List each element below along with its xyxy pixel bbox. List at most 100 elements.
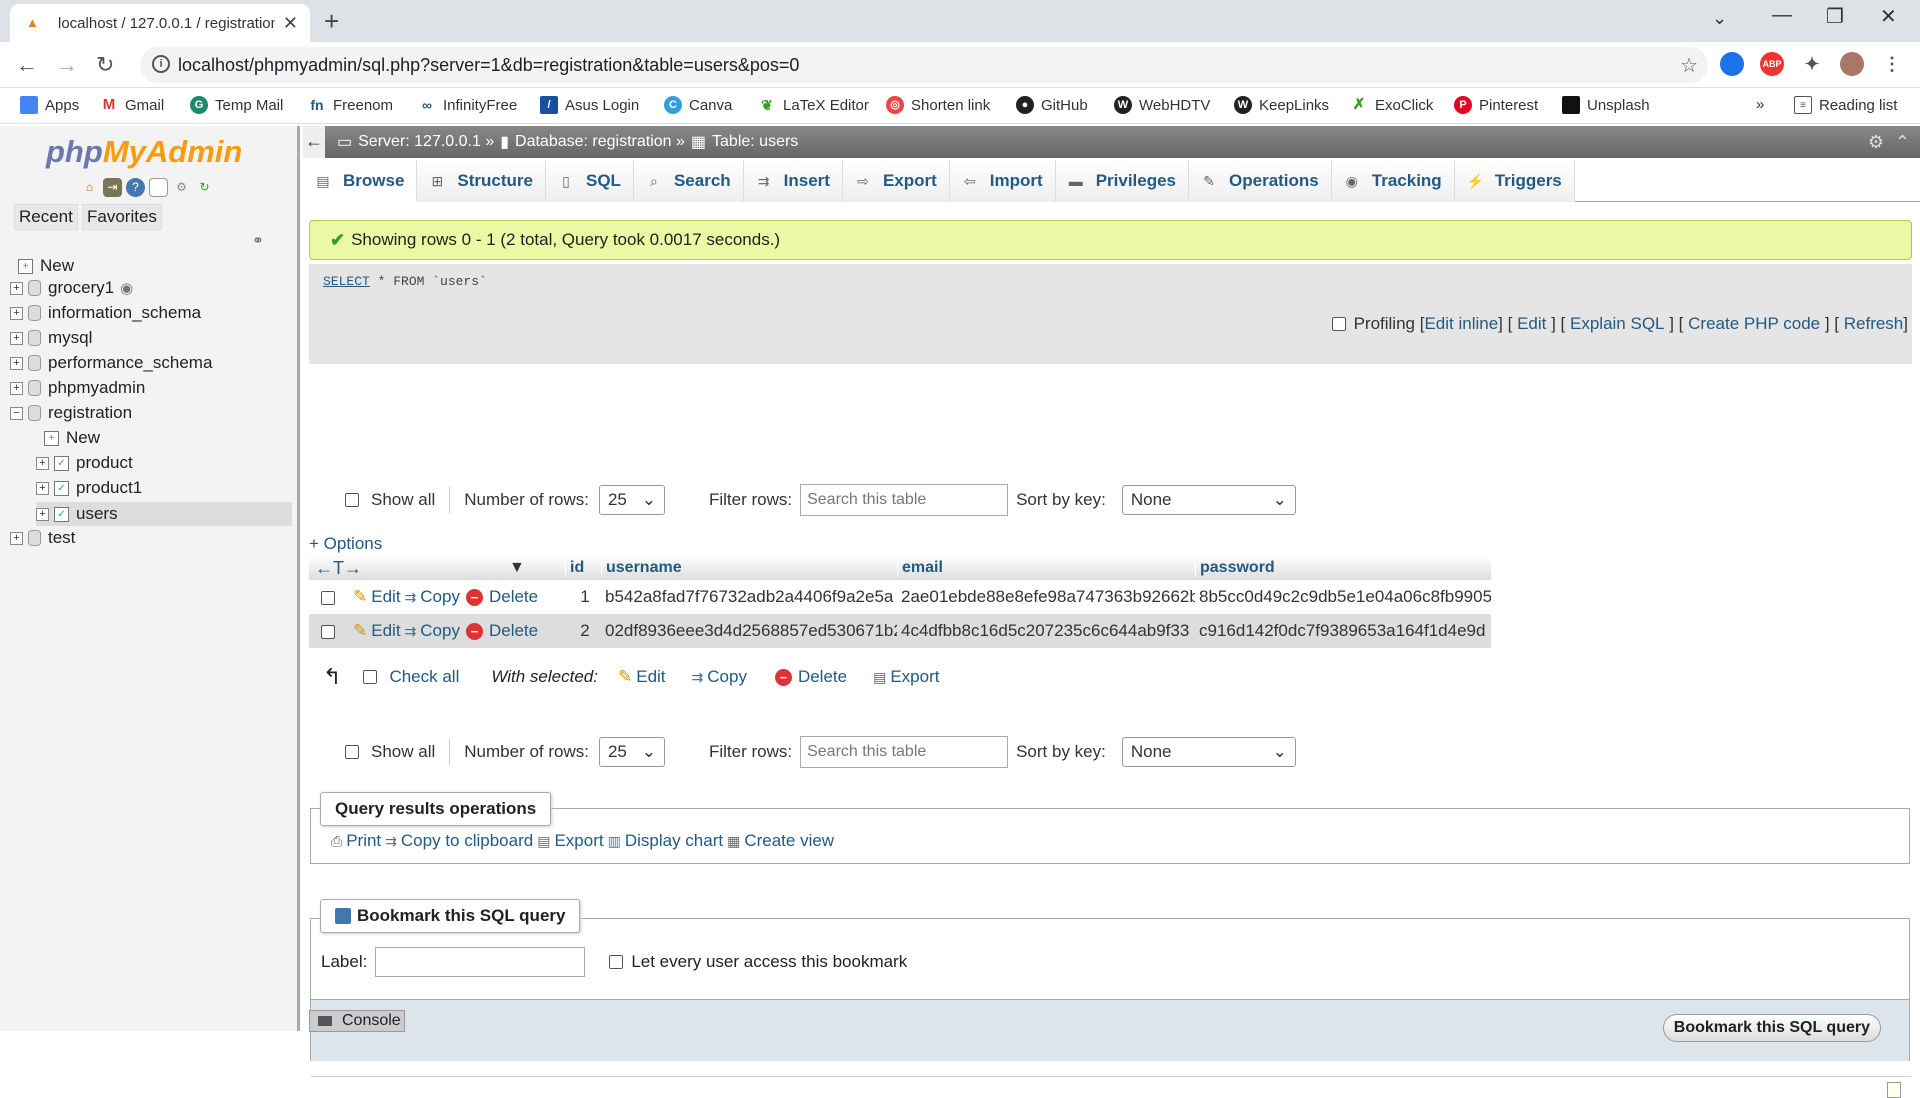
reading-list[interactable]: ≡ Reading list <box>1794 96 1897 114</box>
create-view-link[interactable]: Create view <box>744 831 834 851</box>
expand-icon[interactable]: + <box>10 356 23 370</box>
print-link[interactable]: Print <box>346 831 381 851</box>
tree-db-grocery1[interactable]: + grocery1 ◉ <box>10 278 133 298</box>
reload-icon[interactable]: ↻ <box>96 52 114 78</box>
settings-gear-icon[interactable]: ⚙ <box>172 178 191 197</box>
bookmark-keeplinks[interactable]: W KeepLinks <box>1234 96 1329 114</box>
eye-icon[interactable]: ◉ <box>120 279 133 297</box>
edit-inline-link[interactable]: Edit inline <box>1424 314 1498 334</box>
display-chart-link[interactable]: Display chart <box>625 831 723 851</box>
reload-nav-icon[interactable]: ↻ <box>195 178 214 197</box>
tab-import[interactable]: ⇦ Import <box>949 160 1056 202</box>
export-link[interactable]: Export <box>554 831 603 851</box>
bookmark-submit-button[interactable]: Bookmark this SQL query <box>1662 1014 1881 1042</box>
check-all-link[interactable]: Check all <box>389 667 459 687</box>
bookmark-temp-mail[interactable]: G Temp Mail <box>190 96 283 114</box>
profiling-checkbox[interactable] <box>1331 317 1346 331</box>
expand-icon[interactable]: + <box>36 481 49 495</box>
tab-operations[interactable]: ✎ Operations <box>1189 160 1332 202</box>
tree-db-phpmyadmin[interactable]: + phpmyadmin <box>10 378 145 398</box>
help-icon[interactable]: ? <box>126 178 145 197</box>
breadcrumb-server[interactable]: Server: 127.0.0.1 » <box>358 133 494 151</box>
tab-export[interactable]: ⇨ Export <box>842 160 950 202</box>
show-all-checkbox[interactable] <box>345 745 359 759</box>
bookmark-gmail[interactable]: M Gmail <box>100 96 164 114</box>
address-bar[interactable]: i localhost/phpmyadmin/sql.php?server=1&… <box>140 47 1708 83</box>
more-bookmarks[interactable]: » <box>1756 96 1764 113</box>
sql-keyword-link[interactable]: SELECT <box>323 274 370 289</box>
row-copy-link[interactable]: Copy <box>420 587 460 607</box>
bookmark-freenom[interactable]: fn Freenom <box>308 96 393 114</box>
close-window-icon[interactable]: ✕ <box>1880 4 1897 29</box>
tab-search-icon[interactable]: ⌄ <box>1712 8 1727 29</box>
page-settings-icon[interactable]: ⚙ <box>1868 132 1884 153</box>
tree-db-information-schema[interactable]: + information_schema <box>10 303 201 323</box>
logout-icon[interactable]: ⇥ <box>103 178 122 197</box>
extension-blue-icon[interactable] <box>1720 52 1744 76</box>
header-password[interactable]: password <box>1195 559 1491 577</box>
bulk-delete-button[interactable]: − Delete <box>769 667 847 687</box>
site-info-icon[interactable]: i <box>152 55 170 73</box>
extensions-puzzle-icon[interactable]: ✦ <box>1800 52 1824 76</box>
bookmark-apps[interactable]: Apps <box>20 96 79 114</box>
menu-kebab-icon[interactable]: ⋮ <box>1880 52 1904 76</box>
tab-sql[interactable]: ▯ SQL <box>546 160 634 202</box>
bookmark-canva[interactable]: C Canva <box>664 96 732 114</box>
expand-icon[interactable]: + <box>10 331 23 345</box>
docs-icon[interactable] <box>149 178 168 197</box>
bookmark-shorten-link[interactable]: ◎ Shorten link <box>886 96 990 114</box>
recent-button[interactable]: Recent <box>14 204 78 230</box>
tab-structure[interactable]: ⊞ Structure <box>417 160 546 202</box>
bulk-copy-button[interactable]: ⇉ Copy <box>688 667 747 687</box>
back-icon[interactable]: ← <box>16 52 38 78</box>
cell-username[interactable]: b542a8fad7f76732adb2a4406f9a2e5a <box>601 587 897 607</box>
bookmark-asus-login[interactable]: / Asus Login <box>540 96 639 114</box>
tree-table-product1[interactable]: + ✓ product1 <box>36 478 142 498</box>
header-id[interactable]: id <box>565 559 601 577</box>
refresh-link[interactable]: Refresh <box>1844 314 1904 334</box>
cell-username[interactable]: 02df8936eee3d4d2568857ed530671b2 <box>601 621 897 641</box>
explain-sql-link[interactable]: Explain SQL <box>1570 314 1665 334</box>
bookmark-label-input[interactable] <box>375 947 586 977</box>
bookmark-pinterest[interactable]: P Pinterest <box>1454 96 1538 114</box>
row-copy-link[interactable]: Copy <box>420 621 460 641</box>
sort-by-key-select[interactable]: None ⌄ <box>1121 485 1296 515</box>
expand-icon[interactable]: + <box>10 306 23 320</box>
sort-caret-icon[interactable]: ▼ <box>509 559 565 577</box>
tree-db-registration[interactable]: − registration <box>10 403 132 423</box>
new-tab-icon[interactable]: + <box>324 6 339 37</box>
minimize-icon[interactable]: — <box>1772 4 1792 27</box>
bookmark-github[interactable]: ● GitHub <box>1016 96 1088 114</box>
profile-avatar[interactable] <box>1840 52 1864 76</box>
tree-table-product[interactable]: + ✓ product <box>36 453 133 473</box>
tree-table-users[interactable]: + ✓ users <box>36 502 292 526</box>
header-username[interactable]: username <box>601 559 897 577</box>
header-email[interactable]: email <box>897 559 1195 577</box>
tree-db-test[interactable]: + test <box>10 528 75 548</box>
restore-icon[interactable]: ❐ <box>1826 4 1844 29</box>
bookmark-exoclick[interactable]: ✗ ExoClick <box>1350 96 1433 114</box>
cell-email[interactable]: 4c4dfbb8c16d5c207235c6c644ab9f33 <box>897 621 1195 641</box>
cell-password[interactable]: c916d142f0dc7f9389653a164f1d4e9d <box>1195 621 1491 641</box>
filter-rows-input[interactable]: Search this table <box>800 736 1009 768</box>
edit-link[interactable]: Edit <box>1517 314 1546 334</box>
row-edit-link[interactable]: Edit <box>371 587 400 607</box>
copy-to-clipboard-link[interactable]: Copy to clipboard <box>401 831 533 851</box>
row-delete-link[interactable]: Delete <box>489 587 538 607</box>
tab-search[interactable]: ⌕ Search <box>633 160 744 202</box>
cell-id[interactable]: 1 <box>565 587 601 607</box>
link-with-main-icon[interactable]: ⚭ <box>252 232 264 249</box>
bulk-edit-button[interactable]: ✎ Edit <box>614 667 666 687</box>
cell-password[interactable]: 8b5cc0d49c2c9db5e1e04a06c8fb9905 <box>1195 587 1491 607</box>
expand-icon[interactable]: + <box>36 507 49 521</box>
rows-per-page-select[interactable]: 25 ⌄ <box>598 485 665 515</box>
filter-rows-input[interactable]: Search this table <box>800 484 1009 516</box>
console-toggle[interactable]: Console <box>309 1010 405 1032</box>
collapse-nav-icon[interactable]: ← <box>303 126 325 158</box>
create-php-code-link[interactable]: Create PHP code <box>1688 314 1820 334</box>
options-toggle[interactable]: + Options <box>309 534 382 554</box>
breadcrumb-table[interactable]: Table: users <box>712 133 798 151</box>
sort-by-key-select[interactable]: None ⌄ <box>1121 737 1296 767</box>
home-icon[interactable]: ⌂ <box>80 178 99 197</box>
tab-insert[interactable]: ⇉ Insert <box>743 160 843 202</box>
